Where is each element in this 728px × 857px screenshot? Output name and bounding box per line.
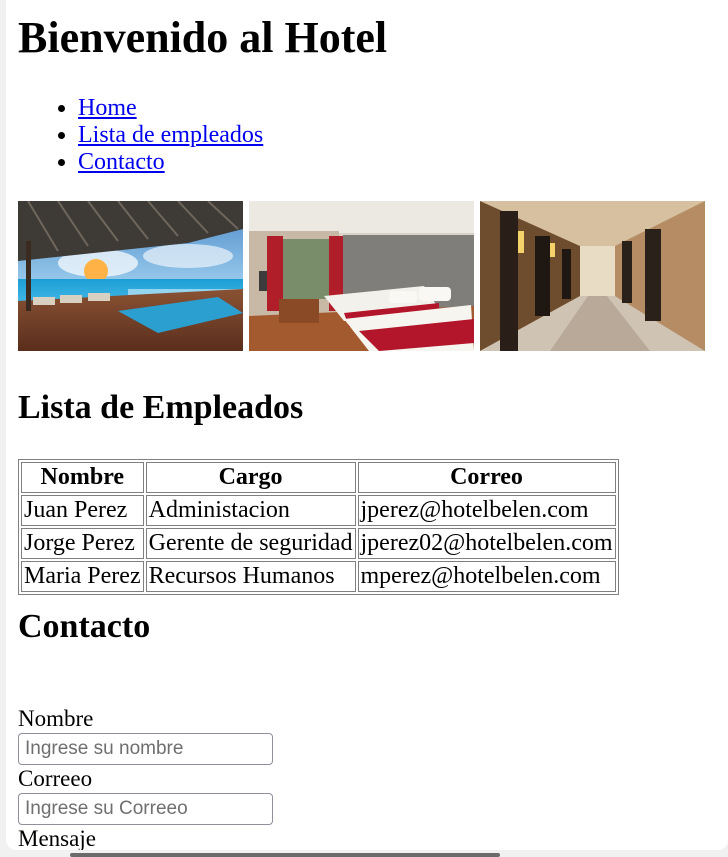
horizontal-scrollbar-thumb[interactable] [70, 853, 500, 857]
name-input[interactable] [18, 733, 273, 765]
contact-form: Nombre Correeo Mensaje [18, 706, 273, 850]
photo-gallery [18, 201, 708, 351]
email-label: Correeo [18, 766, 93, 791]
employee-name: Jorge Perez [21, 528, 144, 559]
nav-link-contact[interactable]: Contacto [78, 149, 165, 175]
employee-email: jperez@hotelbelen.com [357, 495, 616, 526]
nav-item-home: Home [78, 95, 263, 122]
nav-item-employees: Lista de empleados [78, 122, 263, 149]
column-header-correo: Correo [357, 462, 616, 493]
page-title: Bienvenido al Hotel [18, 13, 388, 62]
pool-terrace-image [18, 201, 243, 351]
table-row: Jorge Perez Gerente de seguridad jperez0… [21, 528, 616, 559]
employee-email: mperez@hotelbelen.com [357, 561, 616, 592]
email-input[interactable] [18, 793, 273, 825]
employees-heading: Lista de Empleados [18, 389, 304, 426]
hotel-room-image [249, 201, 474, 351]
employee-role: Gerente de seguridad [145, 528, 356, 559]
table-header-row: Nombre Cargo Correo [21, 462, 616, 493]
employee-role: Administacion [145, 495, 356, 526]
employees-table: Nombre Cargo Correo Juan Perez Administa… [18, 459, 619, 595]
table-row: Maria Perez Recursos Humanos mperez@hote… [21, 561, 616, 592]
contact-heading: Contacto [18, 608, 151, 645]
employee-role: Recursos Humanos [145, 561, 356, 592]
employee-name: Maria Perez [21, 561, 144, 592]
employee-name: Juan Perez [21, 495, 144, 526]
table-row: Juan Perez Administacion jperez@hotelbel… [21, 495, 616, 526]
browser-page: Bienvenido al Hotel Home Lista de emplea… [6, 0, 728, 850]
hotel-corridor-image [480, 201, 705, 351]
column-header-nombre: Nombre [21, 462, 144, 493]
main-nav: Home Lista de empleados Contacto [18, 95, 263, 176]
column-header-cargo: Cargo [145, 462, 356, 493]
nav-link-employees[interactable]: Lista de empleados [78, 122, 263, 148]
nav-item-contact: Contacto [78, 149, 263, 176]
employee-email: jperez02@hotelbelen.com [357, 528, 616, 559]
nav-link-home[interactable]: Home [78, 95, 137, 121]
name-label: Nombre [18, 706, 94, 731]
message-label: Mensaje [18, 826, 96, 850]
